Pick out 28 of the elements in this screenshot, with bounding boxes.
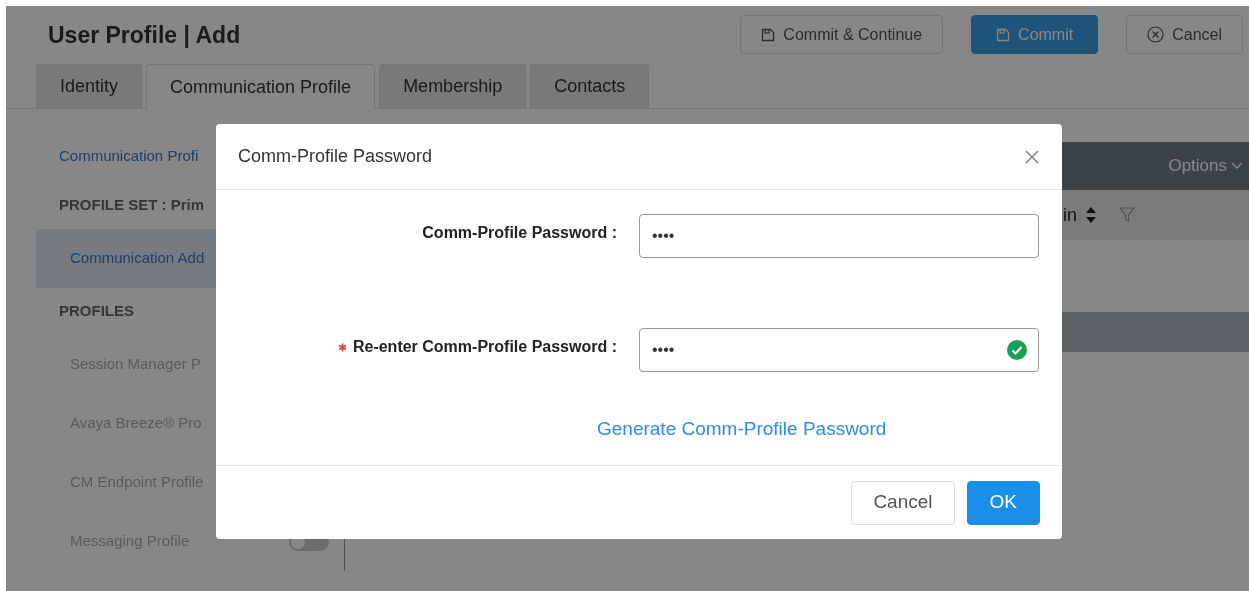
chevron-down-icon xyxy=(1231,162,1243,170)
tab[interactable]: Membership xyxy=(379,64,527,108)
tab[interactable]: Communication Profile xyxy=(146,64,376,109)
save-icon xyxy=(996,27,1011,42)
options-menu[interactable]: Options xyxy=(1168,153,1243,179)
close-button[interactable] xyxy=(1024,148,1040,165)
column-header[interactable]: in xyxy=(1063,201,1077,229)
ok-button[interactable]: OK xyxy=(966,480,1040,525)
dialog-title: Comm-Profile Password xyxy=(238,145,433,168)
save-icon xyxy=(761,27,776,42)
commit-button[interactable]: Commit xyxy=(971,15,1099,54)
section-heading: PROFILE SET : Prim xyxy=(58,195,206,216)
password-field[interactable]: •••• xyxy=(639,214,1039,258)
cancel-icon xyxy=(1147,26,1165,43)
sort-icon xyxy=(1085,207,1097,223)
close-icon xyxy=(1024,148,1040,165)
tab[interactable]: Identity xyxy=(36,64,143,108)
cancel-button[interactable]: Cancel xyxy=(1126,15,1243,54)
tab[interactable]: Contacts xyxy=(530,64,650,108)
page-title: User Profile | Add xyxy=(48,24,241,47)
generate-password-link[interactable]: Generate Comm-Profile Password xyxy=(597,415,887,444)
password-field[interactable]: •••• xyxy=(639,328,1039,372)
cancel-button[interactable]: Cancel xyxy=(851,480,955,525)
field-label: Comm-Profile Password : xyxy=(422,223,617,243)
field-label: Re-enter Comm-Profile Password : xyxy=(352,337,617,357)
filter-icon xyxy=(1119,207,1135,223)
section-heading: PROFILES xyxy=(58,301,135,322)
commit-continue-button[interactable]: Commit & Continue xyxy=(740,15,944,54)
